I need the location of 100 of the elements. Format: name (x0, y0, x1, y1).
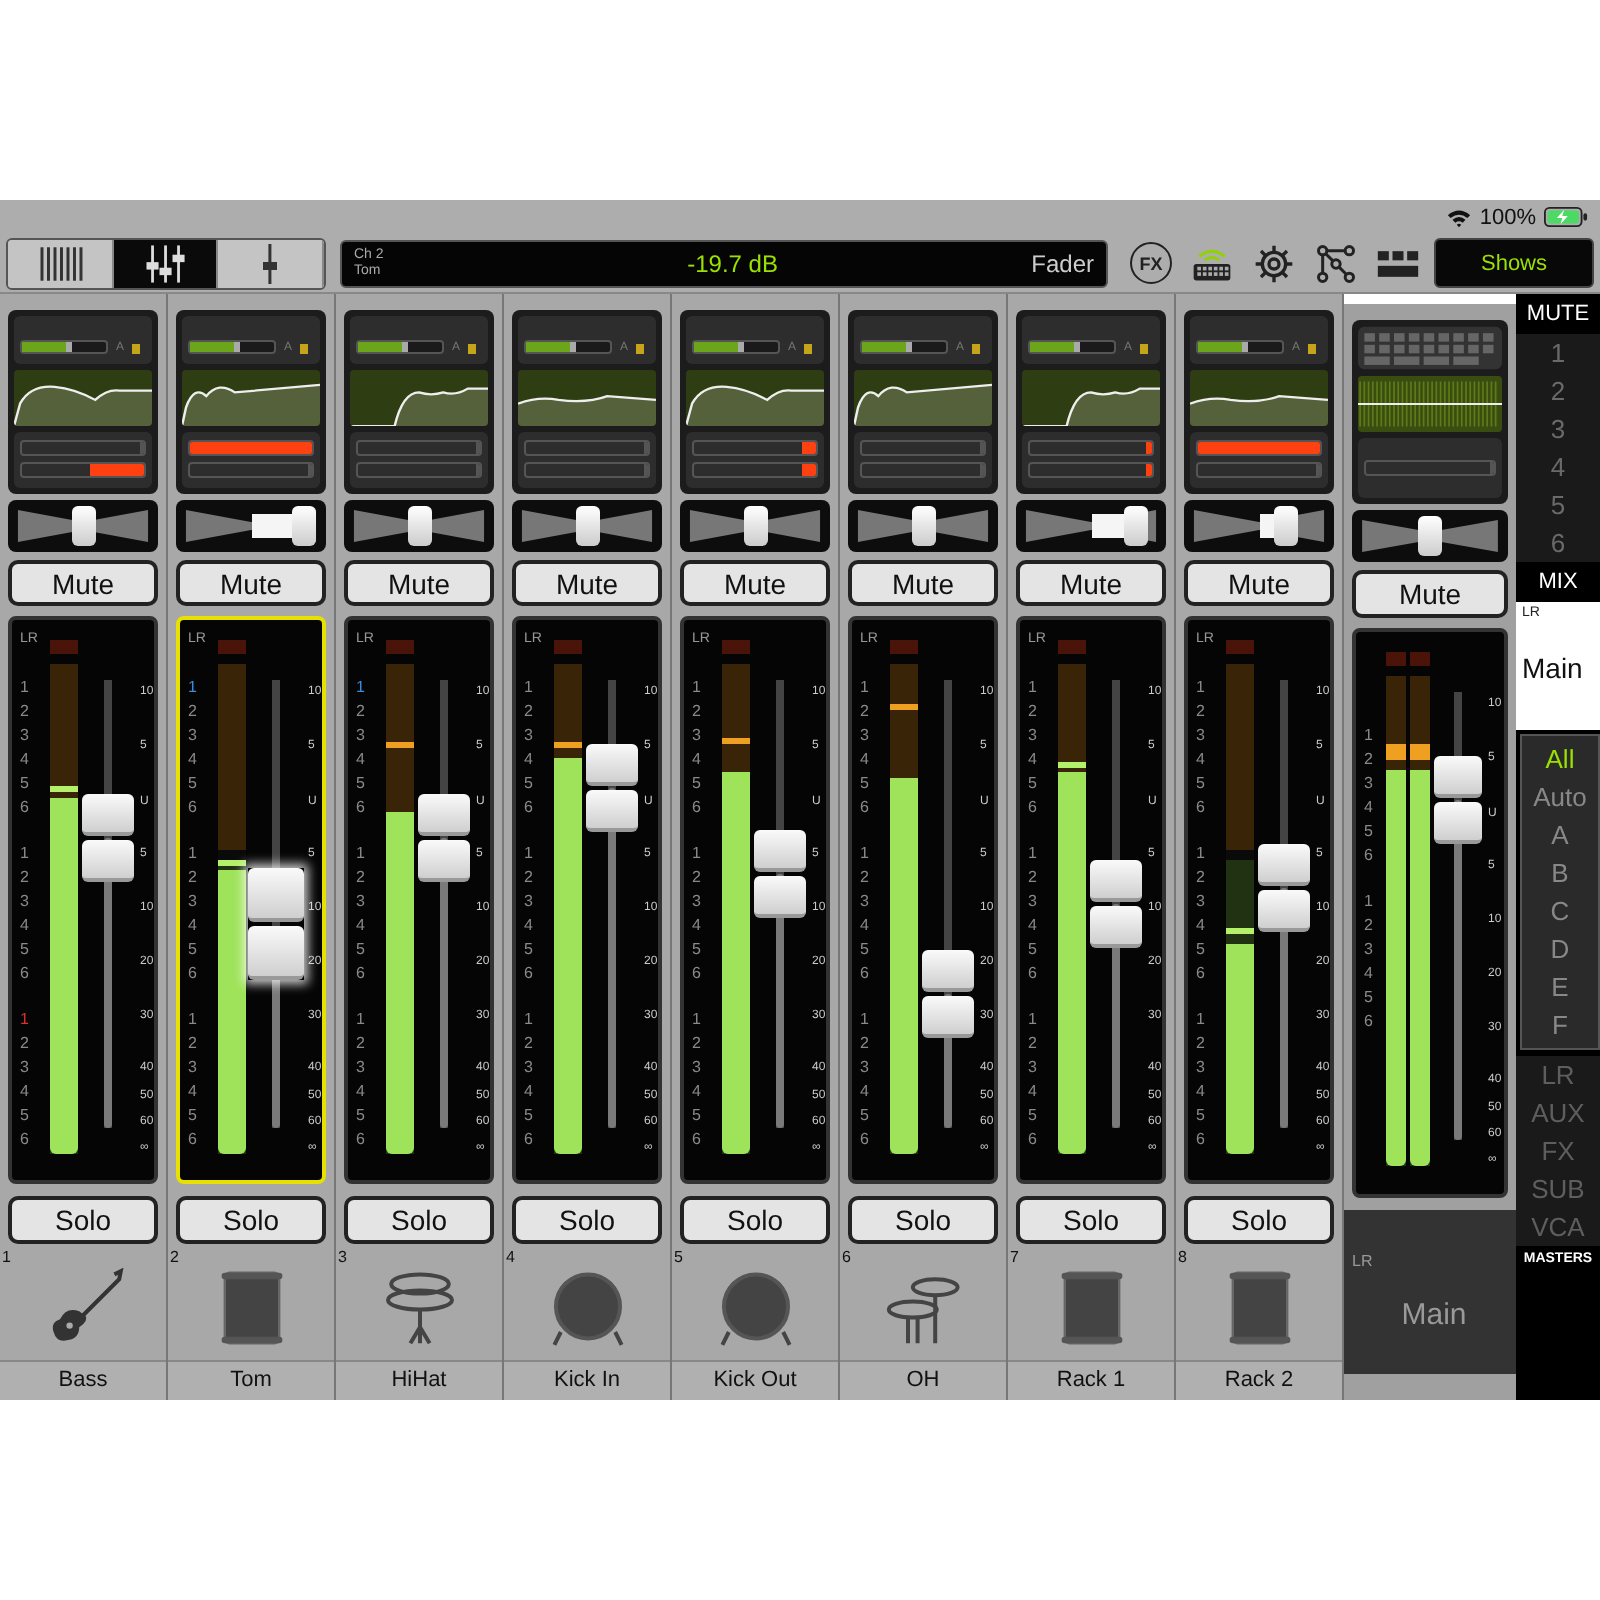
bus-number: 5 (1364, 986, 1375, 1010)
mute-group-button[interactable]: 5 (1516, 486, 1600, 524)
pan-slider[interactable] (1016, 499, 1166, 552)
gain-slider[interactable] (692, 340, 780, 354)
mute-group-button[interactable]: 1 (1516, 334, 1600, 372)
bus-number: 2 (356, 700, 367, 725)
bus-number: 3 (524, 890, 535, 915)
mute-group-button[interactable]: 6 (1516, 524, 1600, 562)
solo-button[interactable]: Solo (176, 1196, 326, 1245)
mute-button[interactable]: Mute (848, 559, 998, 607)
mute-button[interactable]: Mute (1184, 559, 1334, 607)
bus-number: 4 (1028, 748, 1039, 773)
gain-slider[interactable] (188, 340, 276, 354)
filter-button[interactable]: Auto (1522, 778, 1598, 816)
solo-button[interactable]: Solo (512, 1196, 662, 1245)
master-processing-panel[interactable] (1352, 320, 1508, 504)
pan-knob[interactable] (291, 505, 316, 546)
fader-knob[interactable] (754, 829, 806, 918)
gain-slider[interactable] (1028, 340, 1116, 354)
bus-number: 1 (1196, 676, 1207, 701)
mute-button[interactable]: Mute (512, 559, 662, 607)
eq-curve-drawing (1022, 370, 1160, 426)
bus-number: 6 (356, 796, 367, 821)
pan-slider[interactable] (848, 499, 998, 552)
fader-knob[interactable] (1090, 860, 1142, 949)
filter-button[interactable]: F (1522, 1006, 1598, 1044)
bus-number: 4 (188, 914, 199, 939)
pan-knob[interactable] (1124, 505, 1148, 546)
filter-button[interactable]: A (1522, 816, 1598, 854)
filter-button[interactable]: C (1522, 892, 1598, 930)
bus-number: 1 (692, 1008, 703, 1033)
gain-slider[interactable] (524, 340, 612, 354)
fader-knob[interactable] (248, 868, 304, 981)
fader-knob[interactable] (82, 793, 134, 882)
fader-knob[interactable] (922, 950, 974, 1039)
pan-slider[interactable] (1184, 499, 1334, 552)
mute-button[interactable]: Mute (1352, 570, 1508, 618)
pan-slider[interactable] (1352, 510, 1508, 562)
gain-slider[interactable] (860, 340, 948, 354)
gain-slider[interactable] (356, 340, 444, 354)
master-name-panel[interactable]: LR Main (1344, 1210, 1516, 1374)
pan-slider[interactable] (344, 499, 494, 552)
routing-icon[interactable] (1314, 243, 1358, 283)
mute-button[interactable]: Mute (1016, 559, 1166, 607)
shows-button[interactable]: Shows (1434, 238, 1594, 288)
bus-number: 4 (860, 1080, 871, 1105)
solo-button[interactable]: Solo (848, 1196, 998, 1245)
filter-button[interactable]: B (1522, 854, 1598, 892)
pan-knob[interactable] (1274, 505, 1298, 546)
pan-knob[interactable] (1418, 516, 1442, 556)
fader-knob[interactable] (418, 793, 470, 882)
solo-button[interactable]: Solo (344, 1196, 494, 1245)
clip-light (1410, 652, 1430, 666)
mute-group-button[interactable]: 4 (1516, 448, 1600, 486)
faders-view-tab[interactable] (113, 239, 219, 287)
pan-knob[interactable] (911, 505, 935, 546)
solo-button[interactable]: Solo (680, 1196, 830, 1245)
bus-number: 4 (188, 1080, 199, 1105)
fader-knob[interactable] (1258, 843, 1310, 932)
fx-button[interactable]: FX (1130, 242, 1172, 284)
gain-slider[interactable] (20, 340, 108, 354)
mute-button[interactable]: Mute (176, 559, 326, 607)
pan-knob[interactable] (743, 505, 767, 546)
mute-group-button[interactable]: 3 (1516, 410, 1600, 448)
mix-title: MIX (1536, 568, 1580, 598)
mute-button[interactable]: Mute (680, 559, 830, 607)
channel-name: Bass (0, 1360, 166, 1400)
solo-button[interactable]: Solo (1184, 1196, 1334, 1245)
mute-button[interactable]: Mute (8, 559, 158, 607)
bus-number: 3 (188, 724, 199, 749)
pan-slider[interactable] (8, 499, 158, 552)
pan-slider[interactable] (512, 499, 662, 552)
fader-knob[interactable] (1434, 755, 1482, 844)
settings-icon[interactable] (1252, 243, 1296, 283)
mute-button[interactable]: Mute (344, 559, 494, 607)
filter-button[interactable]: E (1522, 968, 1598, 1006)
pan-slider[interactable] (680, 499, 830, 552)
filter-button[interactable]: D (1522, 930, 1598, 968)
pan-scale-drawing (350, 505, 488, 546)
channels-view-tab[interactable] (8, 239, 114, 287)
pan-scale-drawing (518, 505, 656, 546)
mute-group-button[interactable]: 2 (1516, 372, 1600, 410)
eq-curve-drawing (1190, 370, 1328, 426)
bus-number: 2 (1196, 1032, 1207, 1057)
solo-button[interactable]: Solo (1016, 1196, 1166, 1245)
pan-knob[interactable] (407, 505, 431, 546)
pan-knob[interactable] (71, 505, 95, 546)
pan-slider[interactable] (176, 499, 326, 552)
single-view-tab[interactable] (218, 239, 324, 287)
bus-number: 4 (692, 1080, 703, 1105)
gain-slider[interactable] (1196, 340, 1284, 354)
filter-button[interactable]: All (1522, 740, 1598, 778)
solo-button[interactable]: Solo (8, 1196, 158, 1245)
fader-knob[interactable] (586, 744, 638, 833)
pan-knob[interactable] (575, 505, 599, 546)
bus-number: 2 (356, 1032, 367, 1057)
bus-number: 1 (356, 1008, 367, 1033)
bus-number: 6 (20, 1128, 31, 1153)
pan-scale-drawing (686, 505, 824, 546)
bus-number: 1 (860, 842, 871, 867)
